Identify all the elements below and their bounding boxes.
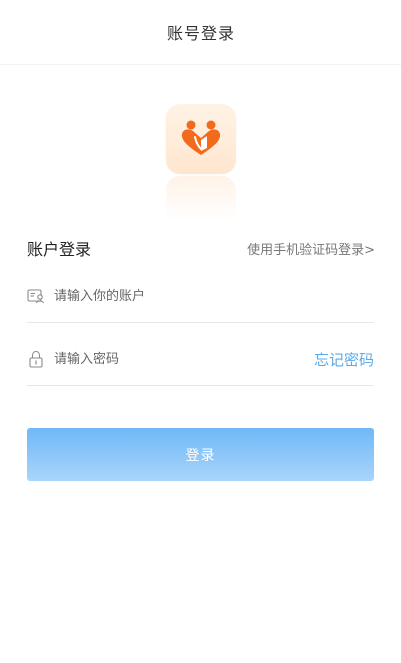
page-title: 账号登录 bbox=[166, 24, 235, 43]
account-field[interactable] bbox=[27, 270, 374, 323]
lock-icon bbox=[27, 350, 45, 368]
account-input[interactable] bbox=[54, 286, 374, 306]
password-input[interactable] bbox=[54, 349, 314, 369]
forgot-password-link[interactable]: 忘记密码 bbox=[314, 349, 374, 370]
logo-graphic bbox=[181, 120, 221, 155]
logo-reflection bbox=[166, 176, 236, 220]
app-logo bbox=[166, 104, 236, 174]
nav-bar: 账号登录 bbox=[0, 0, 402, 65]
login-section-header: 账户登录 使用手机验证码登录> bbox=[27, 234, 375, 262]
id-card-icon bbox=[27, 287, 45, 305]
login-button[interactable]: 登录 bbox=[27, 428, 374, 481]
password-field[interactable]: 忘记密码 bbox=[27, 333, 374, 386]
app-logo-hearts-icon bbox=[166, 104, 236, 174]
account-login-title: 账户登录 bbox=[27, 240, 92, 259]
sms-login-link[interactable]: 使用手机验证码登录> bbox=[247, 239, 375, 258]
